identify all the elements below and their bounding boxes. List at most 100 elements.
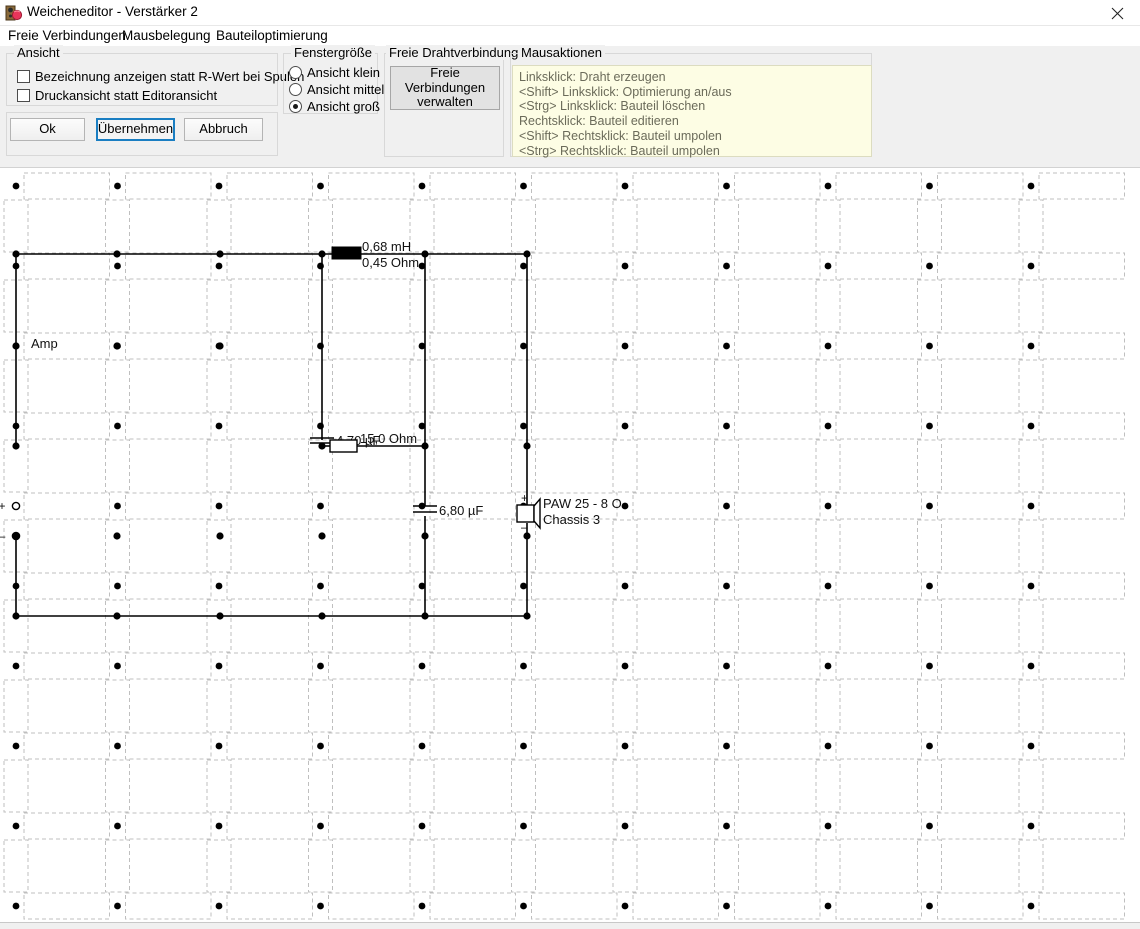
grid-slot[interactable]	[815, 679, 841, 733]
grid-slot[interactable]	[835, 732, 922, 760]
grid-node[interactable]	[114, 902, 121, 910]
grid-slot[interactable]	[917, 199, 942, 253]
grid-slot[interactable]	[206, 599, 232, 653]
grid-slot[interactable]	[531, 172, 618, 200]
component-capacitor-2[interactable]: 6,80 µF	[413, 503, 483, 518]
grid-slot[interactable]	[23, 652, 110, 680]
grid-slot[interactable]	[632, 492, 719, 520]
grid-slot[interactable]	[409, 679, 435, 733]
grid-node[interactable]	[926, 582, 933, 590]
grid-slot[interactable]	[1038, 252, 1125, 280]
grid-node[interactable]	[926, 902, 933, 910]
grid-slot[interactable]	[226, 252, 313, 280]
grid-node[interactable]	[621, 182, 629, 190]
grid-slot[interactable]	[917, 359, 942, 413]
grid-node[interactable]	[114, 182, 121, 190]
checkbox-bezeichnung-statt-rwert[interactable]: Bezeichnung anzeigen statt R-Wert bei Sp…	[17, 69, 304, 84]
wire-junction-dot[interactable]	[216, 532, 224, 540]
grid-slot[interactable]	[937, 892, 1024, 920]
grid-slot[interactable]	[3, 839, 29, 893]
grid-node[interactable]	[114, 502, 121, 510]
grid-node[interactable]	[824, 902, 832, 910]
grid-node[interactable]	[114, 662, 121, 670]
grid-slot[interactable]	[531, 252, 618, 280]
grid-slot[interactable]	[714, 359, 739, 413]
grid-node[interactable]	[418, 822, 426, 830]
grid-slot[interactable]	[23, 252, 110, 280]
grid-slot[interactable]	[917, 679, 942, 733]
grid-slot[interactable]	[429, 412, 516, 440]
grid-slot[interactable]	[612, 839, 638, 893]
grid-slot[interactable]	[937, 492, 1024, 520]
grid-slot[interactable]	[409, 759, 435, 813]
grid-slot[interactable]	[531, 332, 618, 360]
cancel-button[interactable]: Abbruch	[184, 118, 263, 141]
radio-circle[interactable]	[289, 83, 302, 96]
grid-slot[interactable]	[937, 412, 1024, 440]
grid-slot[interactable]	[815, 279, 841, 333]
grid-slot[interactable]	[734, 252, 821, 280]
grid-node[interactable]	[1027, 502, 1035, 510]
grid-node[interactable]	[621, 502, 629, 510]
grid-node[interactable]	[723, 422, 730, 430]
grid-slot[interactable]	[612, 359, 638, 413]
grid-node[interactable]	[621, 262, 629, 270]
grid-node[interactable]	[215, 582, 223, 590]
grid-slot[interactable]	[23, 492, 110, 520]
grid-slot[interactable]	[409, 599, 435, 653]
component-driver[interactable]: + – PAW 25 - 8 O Chassis 3	[516, 491, 622, 534]
grid-node[interactable]	[723, 342, 730, 350]
grid-slot[interactable]	[835, 572, 922, 600]
grid-node[interactable]	[1027, 742, 1035, 750]
grid-slot[interactable]	[105, 839, 130, 893]
grid-slot[interactable]	[734, 812, 821, 840]
grid-node[interactable]	[824, 502, 832, 510]
grid-slot[interactable]	[23, 572, 110, 600]
grid-node[interactable]	[317, 182, 324, 190]
grid-slot[interactable]	[531, 812, 618, 840]
grid-slot[interactable]	[409, 199, 435, 253]
grid-slot[interactable]	[328, 172, 415, 200]
grid-slot[interactable]	[815, 519, 841, 573]
grid-node[interactable]	[12, 902, 20, 910]
grid-slot[interactable]	[714, 519, 739, 573]
grid-node[interactable]	[114, 422, 121, 430]
grid-node[interactable]	[926, 342, 933, 350]
grid-slot[interactable]	[429, 572, 516, 600]
grid-node[interactable]	[926, 662, 933, 670]
inductor-body[interactable]	[331, 246, 362, 260]
menu-item-freie-verbindungen[interactable]: Freie Verbindungen	[5, 27, 129, 44]
grid-slot[interactable]	[308, 199, 333, 253]
grid-slot[interactable]	[328, 332, 415, 360]
grid-slot[interactable]	[308, 519, 333, 573]
grid-slot[interactable]	[206, 839, 232, 893]
grid-node[interactable]	[1027, 182, 1035, 190]
grid-slot[interactable]	[511, 599, 536, 653]
grid-node[interactable]	[520, 662, 527, 670]
grid-slot[interactable]	[937, 652, 1024, 680]
grid-slot[interactable]	[23, 412, 110, 440]
grid-slot[interactable]	[125, 252, 212, 280]
ok-button[interactable]: Ok	[10, 118, 85, 141]
grid-slot[interactable]	[734, 652, 821, 680]
grid-slot[interactable]	[1018, 279, 1044, 333]
grid-slot[interactable]	[308, 359, 333, 413]
grid-node[interactable]	[215, 182, 223, 190]
wire-junction-dot[interactable]	[318, 532, 326, 540]
grid-slot[interactable]	[1038, 572, 1125, 600]
grid-slot[interactable]	[206, 759, 232, 813]
wire-junction-dot[interactable]	[12, 612, 20, 620]
grid-slot[interactable]	[917, 759, 942, 813]
grid-slot[interactable]	[734, 572, 821, 600]
wire-junction-dot[interactable]	[113, 532, 121, 540]
grid-node[interactable]	[621, 422, 629, 430]
grid-slot[interactable]	[206, 439, 232, 493]
grid-node[interactable]	[824, 262, 832, 270]
grid-slot[interactable]	[125, 172, 212, 200]
grid-node[interactable]	[215, 502, 223, 510]
grid-slot[interactable]	[125, 732, 212, 760]
grid-slot[interactable]	[328, 892, 415, 920]
grid-node[interactable]	[1027, 342, 1035, 350]
wire-junction-dot[interactable]	[523, 442, 531, 450]
grid-slot[interactable]	[632, 412, 719, 440]
